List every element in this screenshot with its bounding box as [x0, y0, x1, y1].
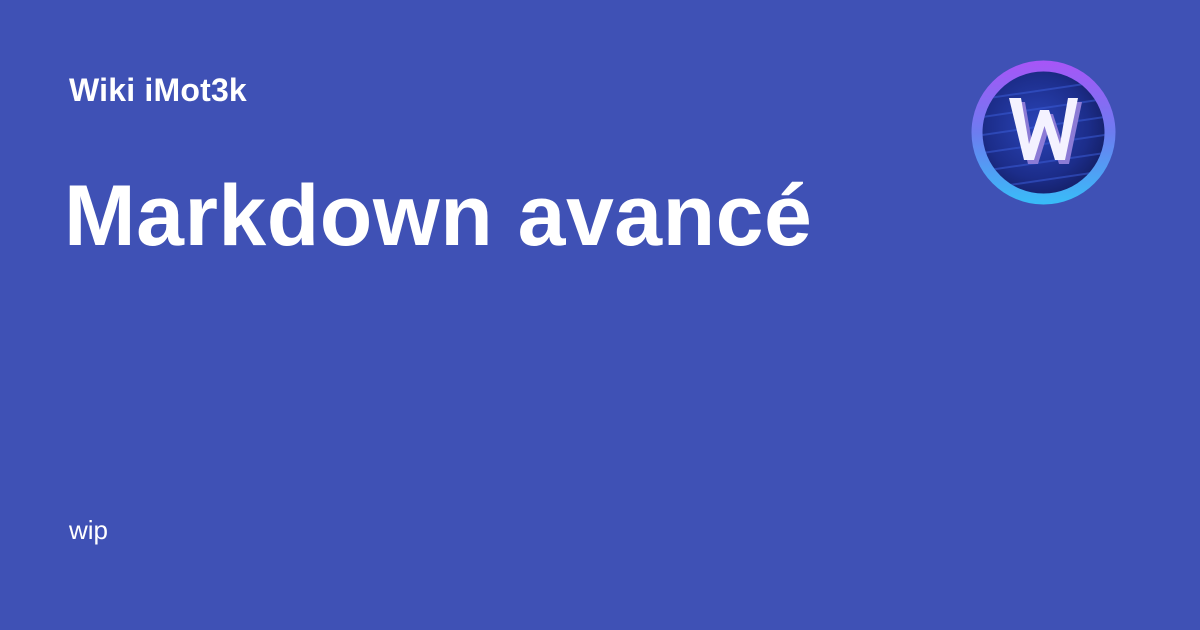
w-logo-icon	[971, 60, 1116, 205]
page-description: wip	[69, 515, 109, 545]
social-card: { "card": { "site_name": "Wiki iMot3k", …	[0, 0, 1200, 630]
site-name: Wiki iMot3k	[69, 72, 247, 108]
page-title: Markdown avancé	[64, 168, 813, 264]
